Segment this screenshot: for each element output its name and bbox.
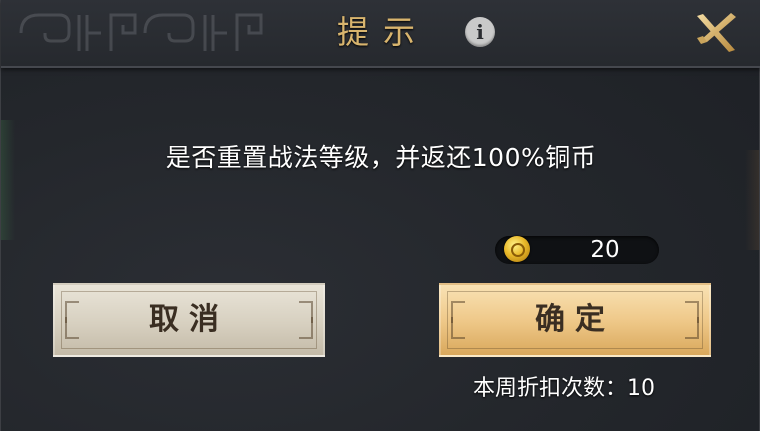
dialog-header: 提示 i — [1, 0, 760, 68]
cancel-button-label: 取消 — [149, 302, 229, 337]
currency-amount: 20 — [590, 237, 620, 263]
reset-tactic-dialog: 提示 i 是否重置战法等级，并返还100%铜币 20 取消 确定 本周折扣次数：… — [0, 0, 760, 431]
info-icon[interactable]: i — [465, 17, 495, 47]
currency-display: 20 — [495, 236, 659, 264]
copper-coin-icon — [504, 236, 530, 262]
header-ornament — [19, 13, 263, 51]
confirm-message: 是否重置战法等级，并返还100%铜币 — [165, 143, 597, 172]
cancel-button[interactable]: 取消 — [53, 283, 325, 357]
close-button[interactable] — [691, 8, 741, 58]
confirm-button[interactable]: 确定 — [439, 283, 711, 357]
dialog-title: 提示 — [337, 13, 430, 51]
confirm-button-label: 确定 — [535, 302, 615, 337]
close-icon — [697, 13, 736, 52]
weekly-discount-count: 本周折扣次数：10 — [473, 376, 655, 401]
